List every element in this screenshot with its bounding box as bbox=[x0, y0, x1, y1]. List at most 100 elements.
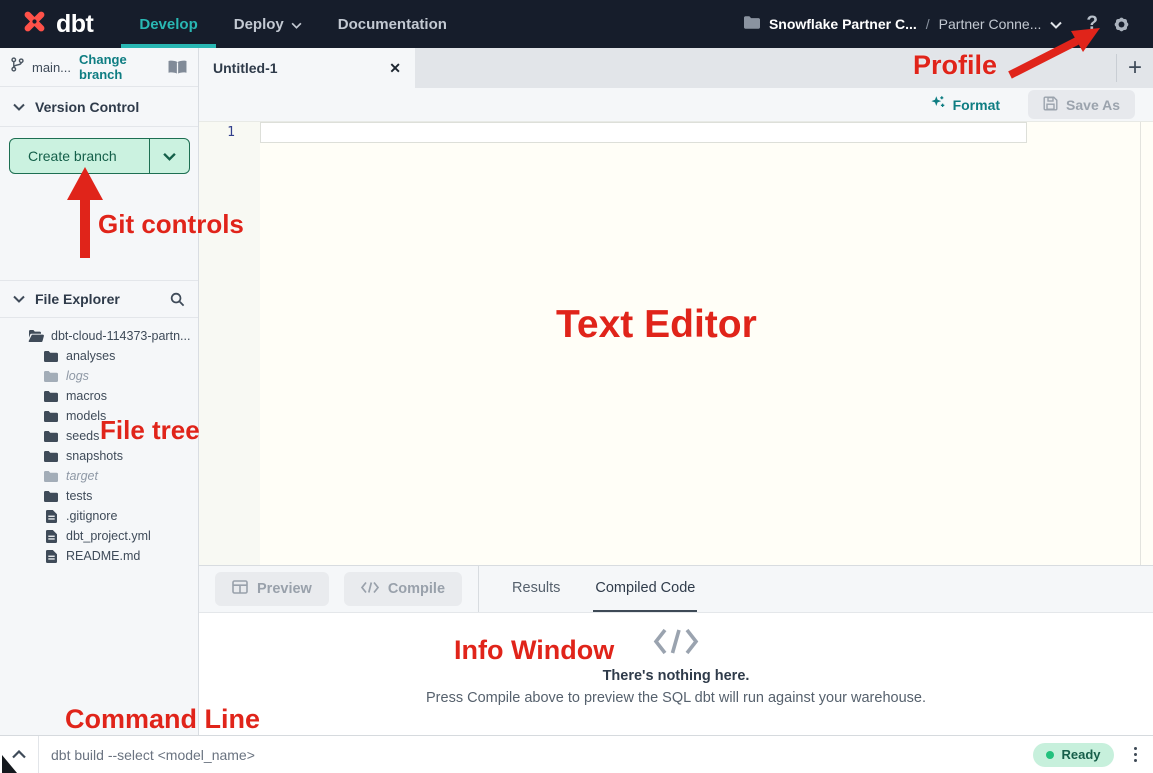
info-window: There's nothing here. Press Compile abov… bbox=[199, 613, 1153, 735]
folder-open-icon bbox=[28, 330, 44, 342]
command-bar-right: Ready bbox=[1033, 743, 1153, 767]
help-icon[interactable]: ? bbox=[1086, 13, 1098, 35]
file-tree-label: analyses bbox=[66, 349, 115, 363]
file-icon bbox=[43, 510, 59, 523]
current-branch: main... bbox=[32, 60, 71, 75]
account-name: Snowflake Partner C... bbox=[769, 16, 917, 32]
search-icon[interactable] bbox=[170, 292, 185, 307]
version-control-header[interactable]: Version Control bbox=[0, 87, 198, 127]
folder-icon bbox=[43, 371, 59, 382]
tab-title: Untitled-1 bbox=[213, 60, 381, 76]
chevron-down-icon bbox=[291, 16, 302, 33]
project-name: Partner Conne... bbox=[939, 16, 1042, 32]
tab-results[interactable]: Results bbox=[510, 566, 562, 612]
status-badge: Ready bbox=[1033, 743, 1113, 767]
preview-label: Preview bbox=[257, 581, 312, 597]
file-icon bbox=[43, 530, 59, 543]
save-as-button[interactable]: Save As bbox=[1028, 90, 1135, 119]
version-control-body: Create branch bbox=[0, 127, 198, 280]
gear-icon[interactable] bbox=[1112, 15, 1131, 34]
tab-compiled-code[interactable]: Compiled Code bbox=[593, 566, 697, 612]
close-icon[interactable]: ✕ bbox=[389, 60, 401, 77]
change-branch-link[interactable]: Change branch bbox=[79, 52, 160, 82]
panel-header-divider bbox=[478, 566, 479, 612]
breadcrumb-separator: / bbox=[926, 16, 930, 32]
file-tree-item-analyses[interactable]: analyses bbox=[0, 346, 198, 366]
file-tree-label: .gitignore bbox=[66, 509, 117, 523]
kebab-menu-icon[interactable] bbox=[1130, 743, 1142, 767]
file-tree-item-dbt-project-yml[interactable]: dbt_project.yml bbox=[0, 526, 198, 546]
compile-button[interactable]: Compile bbox=[344, 572, 462, 606]
folder-icon bbox=[43, 431, 59, 442]
dbt-logo-icon bbox=[20, 7, 49, 41]
tab-untitled-1[interactable]: Untitled-1 ✕ bbox=[199, 48, 415, 88]
file-tree-item-readme-md[interactable]: README.md bbox=[0, 546, 198, 566]
file-tree-item-macros[interactable]: macros bbox=[0, 386, 198, 406]
book-icon[interactable] bbox=[168, 60, 187, 75]
folder-icon bbox=[43, 471, 59, 482]
sparkle-icon bbox=[930, 95, 946, 114]
create-branch-button[interactable]: Create branch bbox=[9, 138, 190, 174]
dbt-cloud-ide: dbt Develop Deploy Documentation Snowfla… bbox=[0, 0, 1153, 773]
file-tree-item-models[interactable]: models bbox=[0, 406, 198, 426]
file-tree-item-target[interactable]: target bbox=[0, 466, 198, 486]
chevron-down-icon[interactable] bbox=[1050, 16, 1062, 32]
nav-deploy[interactable]: Deploy bbox=[216, 0, 320, 48]
file-tree-label: dbt_project.yml bbox=[66, 529, 151, 543]
file-tree-item-gitignore[interactable]: .gitignore bbox=[0, 506, 198, 526]
dbt-logo[interactable]: dbt bbox=[20, 0, 93, 48]
folder-icon bbox=[43, 411, 59, 422]
chevron-down-icon[interactable] bbox=[13, 103, 25, 111]
tab-bar-spacer bbox=[415, 48, 1116, 88]
format-button[interactable]: Format bbox=[930, 95, 1000, 114]
code-icon bbox=[653, 628, 699, 660]
main-area: Untitled-1 ✕ + Format bbox=[199, 48, 1153, 735]
status-label: Ready bbox=[1061, 747, 1100, 762]
file-tree: dbt-cloud-114373-partn... analyses logs mac… bbox=[0, 318, 198, 735]
chevron-up-icon[interactable] bbox=[0, 750, 38, 759]
format-label: Format bbox=[953, 97, 1000, 113]
empty-state-title: There's nothing here. bbox=[603, 668, 750, 684]
file-tree-label: seeds bbox=[66, 429, 99, 443]
file-explorer-header[interactable]: File Explorer bbox=[0, 280, 198, 318]
line-number: 1 bbox=[199, 125, 260, 140]
line-number-gutter bbox=[199, 122, 260, 565]
nav-documentation[interactable]: Documentation bbox=[320, 0, 465, 48]
editor-tab-bar: Untitled-1 ✕ + bbox=[199, 48, 1153, 88]
status-dot-icon bbox=[1046, 751, 1054, 759]
chevron-down-icon[interactable] bbox=[13, 295, 25, 303]
folder-icon bbox=[43, 491, 59, 502]
file-tree-label: snapshots bbox=[66, 449, 123, 463]
file-tree-item-tests[interactable]: tests bbox=[0, 486, 198, 506]
new-tab-button[interactable]: + bbox=[1117, 48, 1153, 88]
command-bar-divider bbox=[38, 736, 39, 773]
file-tree-item-logs[interactable]: logs bbox=[0, 366, 198, 386]
file-tree-item-dbt-cloud-114373-partn[interactable]: dbt-cloud-114373-partn... bbox=[0, 326, 198, 346]
file-tree-item-snapshots[interactable]: snapshots bbox=[0, 446, 198, 466]
text-editor[interactable]: 1 bbox=[199, 122, 1153, 565]
preview-button[interactable]: Preview bbox=[215, 572, 329, 606]
file-tree-label: models bbox=[66, 409, 106, 423]
compile-label: Compile bbox=[388, 581, 445, 597]
current-line-highlight[interactable] bbox=[260, 122, 1027, 143]
file-explorer-title: File Explorer bbox=[35, 291, 120, 307]
file-tree-label: README.md bbox=[66, 549, 140, 563]
nav-develop[interactable]: Develop bbox=[121, 0, 215, 48]
logo-text: dbt bbox=[56, 10, 93, 39]
version-control-title: Version Control bbox=[35, 99, 139, 115]
file-tree-label: macros bbox=[66, 389, 107, 403]
folder-icon bbox=[43, 451, 59, 462]
branch-bar: main... Change branch bbox=[0, 48, 198, 87]
chevron-down-icon[interactable] bbox=[150, 139, 189, 173]
file-icon bbox=[43, 550, 59, 563]
header-right: Snowflake Partner C... / Partner Conne..… bbox=[744, 0, 1153, 48]
file-tree-item-seeds[interactable]: seeds bbox=[0, 426, 198, 446]
folder-icon bbox=[43, 391, 59, 402]
command-input[interactable]: dbt build --select <model_name> bbox=[51, 747, 1033, 763]
save-icon bbox=[1043, 96, 1058, 114]
code-icon bbox=[361, 581, 379, 598]
project-breadcrumb[interactable]: Snowflake Partner C... / Partner Conne..… bbox=[744, 16, 1062, 32]
file-tree-label: dbt-cloud-114373-partn... bbox=[51, 329, 190, 343]
create-branch-label[interactable]: Create branch bbox=[10, 139, 149, 173]
table-icon bbox=[232, 580, 248, 598]
